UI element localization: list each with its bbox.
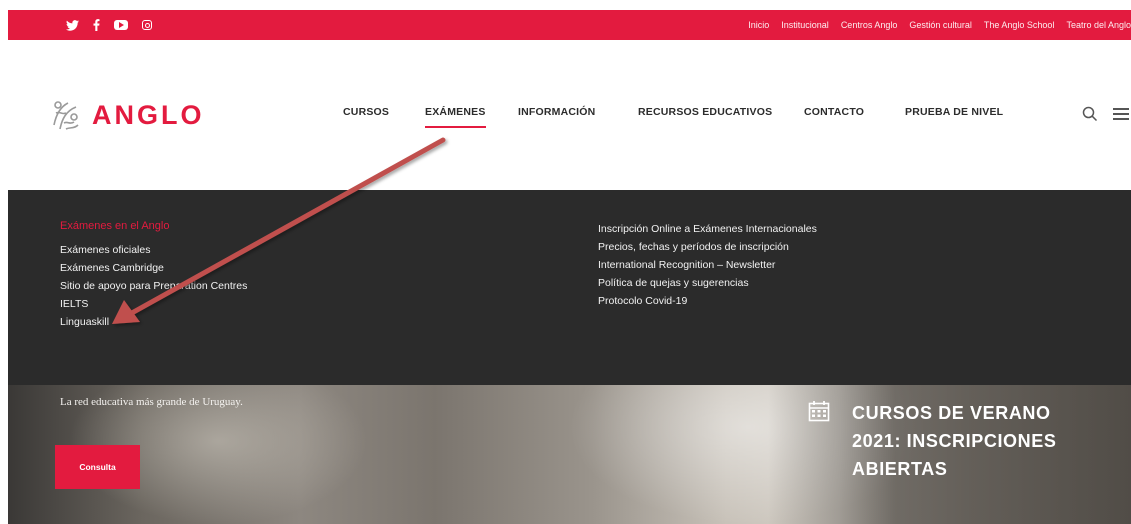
hamburger-menu-icon[interactable]	[1113, 108, 1129, 120]
dropdown-item-preparation-centres[interactable]: Sitio de apoyo para Preparation Centres	[60, 277, 247, 295]
social-links	[66, 10, 152, 40]
top-link-centros[interactable]: Centros Anglo	[841, 20, 898, 30]
promo-line-1: CURSOS DE VERANO	[852, 403, 1051, 423]
dropdown-item-precios-fechas[interactable]: Precios, fechas y períodos de inscripció…	[598, 238, 817, 256]
nav-contacto[interactable]: CONTACTO	[804, 106, 864, 118]
top-bar: Inicio Institucional Centros Anglo Gesti…	[8, 10, 1131, 40]
youtube-icon[interactable]	[114, 20, 128, 30]
youtube-icon-shape	[114, 20, 128, 30]
nav-cursos[interactable]: CURSOS	[343, 106, 389, 118]
dropdown-item-protocolo-covid[interactable]: Protocolo Covid-19	[598, 292, 817, 310]
top-link-institucional[interactable]: Institucional	[781, 20, 829, 30]
dropdown-item-inscripcion-online[interactable]: Inscripción Online a Exámenes Internacio…	[598, 220, 817, 238]
hero-banner: La red educativa más grande de Uruguay. …	[8, 385, 1131, 524]
instagram-icon-shape	[142, 20, 152, 30]
nav-recursos-educativos[interactable]: RECURSOS EDUCATIVOS	[638, 106, 772, 118]
dropdown-item-linguaskill[interactable]: Linguaskill	[60, 313, 247, 331]
top-link-teatro[interactable]: Teatro del Anglo	[1066, 20, 1131, 30]
nav-examenes[interactable]: EXÁMENES	[425, 106, 486, 128]
facebook-icon[interactable]	[93, 19, 100, 31]
main-nav: CURSOS EXÁMENES INFORMACIÓN RECURSOS EDU…	[0, 106, 1131, 128]
nav-informacion[interactable]: INFORMACIÓN	[518, 106, 595, 118]
dropdown-item-ielts[interactable]: IELTS	[60, 295, 247, 313]
nav-prueba-de-nivel[interactable]: PRUEBA DE NIVEL	[905, 106, 1003, 118]
dropdown-item-examenes-oficiales[interactable]: Exámenes oficiales	[60, 241, 247, 259]
top-link-school[interactable]: The Anglo School	[984, 20, 1055, 30]
dropdown-item-examenes-cambridge[interactable]: Exámenes Cambridge	[60, 259, 247, 277]
hero-tagline: La red educativa más grande de Uruguay.	[60, 396, 243, 408]
dropdown-left-column: Exámenes en el Anglo Exámenes oficiales …	[60, 220, 247, 331]
consulta-button[interactable]: Consulta	[55, 445, 140, 489]
dropdown-heading: Exámenes en el Anglo	[60, 220, 170, 232]
promo-headline[interactable]: CURSOS DE VERANO 2021: INSCRIPCIONES ABI…	[852, 399, 1131, 483]
dropdown-right-column: Inscripción Online a Exámenes Internacio…	[598, 220, 817, 310]
top-link-inicio[interactable]: Inicio	[748, 20, 769, 30]
instagram-icon[interactable]	[142, 20, 152, 30]
twitter-icon[interactable]	[66, 19, 79, 31]
search-icon[interactable]	[1082, 106, 1098, 122]
promo-line-2: 2021: INSCRIPCIONES	[852, 431, 1057, 451]
dropdown-item-politica-quejas[interactable]: Política de quejas y sugerencias	[598, 274, 817, 292]
promo-line-3: ABIERTAS	[852, 459, 948, 479]
top-link-gestion[interactable]: Gestión cultural	[909, 20, 972, 30]
examenes-dropdown: Exámenes en el Anglo Exámenes oficiales …	[8, 190, 1131, 385]
dropdown-item-international-recognition[interactable]: International Recognition – Newsletter	[598, 256, 817, 274]
top-links: Inicio Institucional Centros Anglo Gesti…	[748, 10, 1131, 40]
calendar-icon	[808, 400, 830, 422]
